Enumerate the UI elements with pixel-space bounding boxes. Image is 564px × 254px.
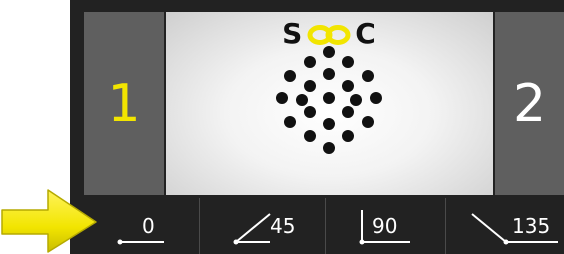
angle-button-135[interactable]: 135 (446, 198, 564, 254)
dot-pattern (276, 46, 382, 154)
right-number-label: 2 (512, 73, 547, 134)
angle-selector-bar: 0 45 90 135 (98, 198, 564, 254)
angle-45-icon (233, 213, 271, 245)
angle-label: 90 (372, 214, 398, 238)
left-number-label: 1 (107, 73, 141, 134)
angle-label: 135 (512, 214, 551, 238)
panel-left-number[interactable]: 1 (84, 12, 164, 195)
screen: 1 S C 2 0 45 90 135 (0, 0, 564, 254)
angle-button-0[interactable]: 0 (98, 198, 200, 254)
center-display: S C (166, 12, 493, 195)
angle-button-45[interactable]: 45 (200, 198, 326, 254)
yellow-arrow-icon (1, 189, 97, 253)
angle-label: 45 (270, 214, 296, 238)
angle-button-90[interactable]: 90 (326, 198, 446, 254)
angle-label: 0 (142, 214, 155, 238)
dot-pattern-group (276, 46, 382, 154)
device-frame: 1 S C 2 0 45 90 135 (70, 0, 564, 254)
panel-right-number[interactable]: 2 (495, 12, 564, 195)
